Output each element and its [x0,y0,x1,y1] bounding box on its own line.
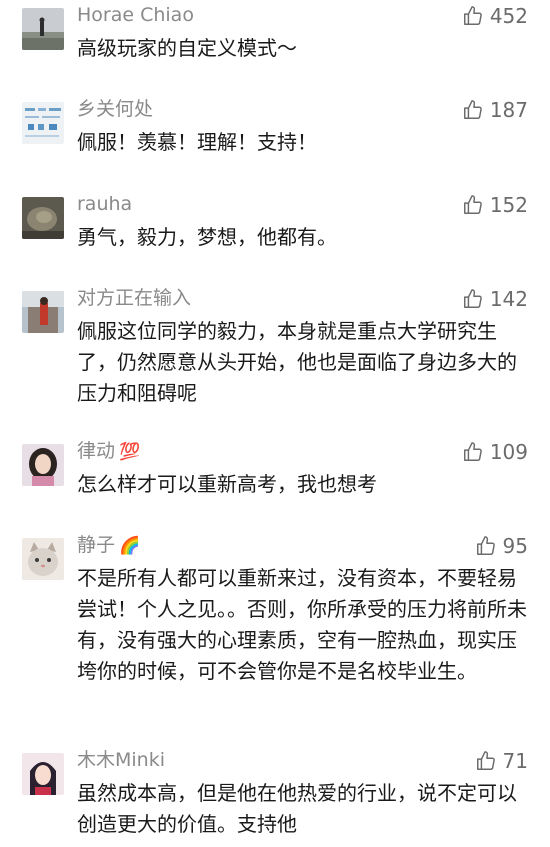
username-text[interactable]: 乡关何处 [77,98,153,120]
user-avatar[interactable] [22,197,64,239]
user-avatar[interactable] [22,444,64,486]
comment-text: 勇气，毅力，梦想，他都有。 [77,225,337,249]
username[interactable]: Horae Chiao [77,2,194,28]
username-text[interactable]: 静子 [77,534,115,556]
thumbs-up-icon [463,100,482,119]
like-button[interactable]: 71 [475,747,528,775]
thumbs-up-icon [463,195,482,214]
comment-text: 虽然成本高，但是他在他热爱的行业，说不定可以创造更大的价值。支持他 [77,781,517,836]
like-button[interactable]: 109 [462,438,528,466]
like-count: 109 [489,440,528,464]
username-text[interactable]: 律动 [77,440,115,462]
like-button[interactable]: 95 [475,532,528,560]
username-text[interactable]: Horae Chiao [77,4,194,26]
like-count: 142 [489,287,528,311]
like-count: 187 [489,98,528,122]
comment-text: 怎么样才可以重新高考，我也想考 [77,472,377,496]
comment-text: 高级玩家的自定义模式～ [77,36,297,60]
username[interactable]: 乡关何处 [77,96,153,122]
like-count: 95 [502,534,528,558]
like-button[interactable]: 152 [462,191,528,219]
username[interactable]: 对方正在输入 [77,285,191,311]
thumbs-up-icon [463,442,482,461]
username-text[interactable]: 木木Minki [77,749,165,771]
user-avatar[interactable] [22,8,64,50]
like-count: 71 [502,749,528,773]
user-avatar[interactable] [22,538,64,580]
thumbs-up-icon [463,289,482,308]
thumbs-up-icon [463,6,482,25]
like-count: 452 [489,4,528,28]
user-avatar[interactable] [22,291,64,333]
username-text[interactable]: 对方正在输入 [77,287,191,309]
like-button[interactable]: 187 [462,96,528,124]
thumbs-up-icon [476,536,495,555]
username[interactable]: rauha [77,191,132,217]
username-text[interactable]: rauha [77,193,132,215]
comment-text: 佩服这位同学的毅力，本身就是重点大学研究生了，仍然愿意从头开始，他也是面临了身边… [77,319,517,405]
username[interactable]: 律动 💯 [77,438,140,465]
hundred-points-icon: 💯 [119,442,141,462]
comment-text: 佩服！羡慕！理解！支持！ [77,130,317,154]
like-button[interactable]: 142 [462,285,528,313]
rainbow-icon: 🌈 [119,536,141,556]
username[interactable]: 木木Minki [77,747,165,773]
like-count: 152 [489,193,528,217]
user-avatar[interactable] [22,753,64,795]
comment-text: 不是所有人都可以重新来过，没有资本，不要轻易尝试！个人之见。。否则，你所承受的压… [77,566,527,683]
user-avatar[interactable] [22,102,64,144]
thumbs-up-icon [476,751,495,770]
username[interactable]: 静子 🌈 [77,532,140,559]
like-button[interactable]: 452 [462,2,528,30]
